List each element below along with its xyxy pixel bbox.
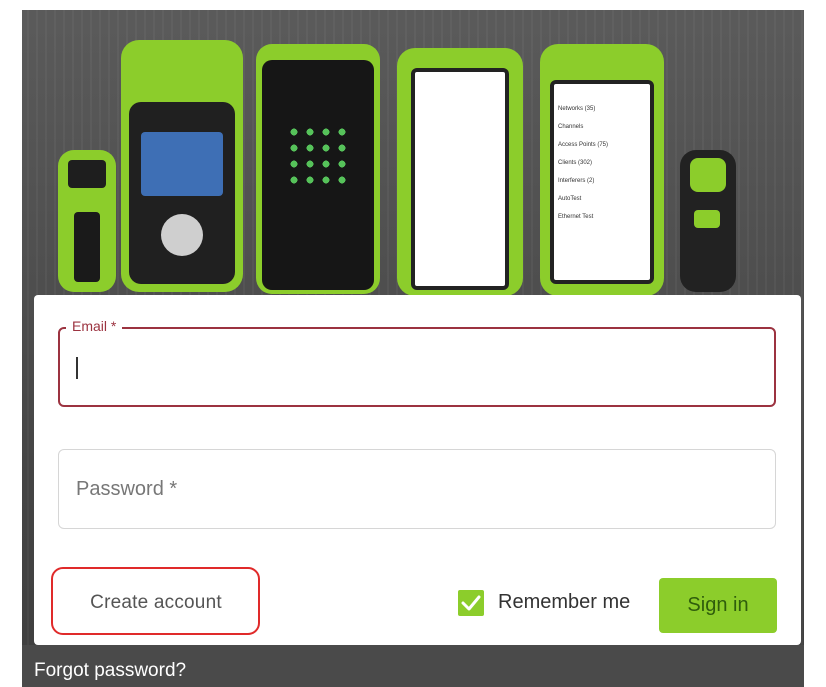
text-cursor [76, 357, 78, 379]
device-linkrunner-at [121, 40, 243, 292]
device-tablet-tester [256, 44, 380, 294]
device-linkrunner-small [58, 150, 116, 292]
checkmark-icon [461, 595, 481, 611]
device-menu-item: Access Points (75) [558, 142, 609, 148]
device-linkrunner-g2 [397, 48, 523, 296]
device-menu-item: Clients (302) [558, 160, 593, 166]
device-aircheck-g2: Networks (35) Channels Access Points (75… [540, 44, 664, 296]
device-linksprinter [680, 150, 736, 292]
device-menu-item: Ethernet Test [558, 214, 594, 220]
password-placeholder: Password * [76, 478, 178, 500]
device-menu-item: Interferers (2) [558, 178, 595, 184]
right-border [804, 0, 826, 687]
device-menu-item: Networks (35) [558, 106, 596, 112]
device-menu-item: AutoTest [558, 196, 582, 202]
remember-me-label: Remember me [498, 591, 631, 613]
email-field[interactable] [58, 327, 776, 407]
left-border [0, 0, 22, 687]
email-label: Email * [66, 318, 123, 334]
top-border [0, 0, 826, 10]
create-account-button[interactable]: Create account [58, 575, 254, 630]
forgot-password-link[interactable]: Forgot password? [34, 660, 186, 682]
device-menu-item: Channels [558, 124, 584, 130]
remember-me-checkbox[interactable] [458, 590, 484, 616]
login-page: Networks (35) Channels Access Points (75… [0, 0, 826, 687]
sign-in-button[interactable]: Sign in [659, 578, 777, 633]
